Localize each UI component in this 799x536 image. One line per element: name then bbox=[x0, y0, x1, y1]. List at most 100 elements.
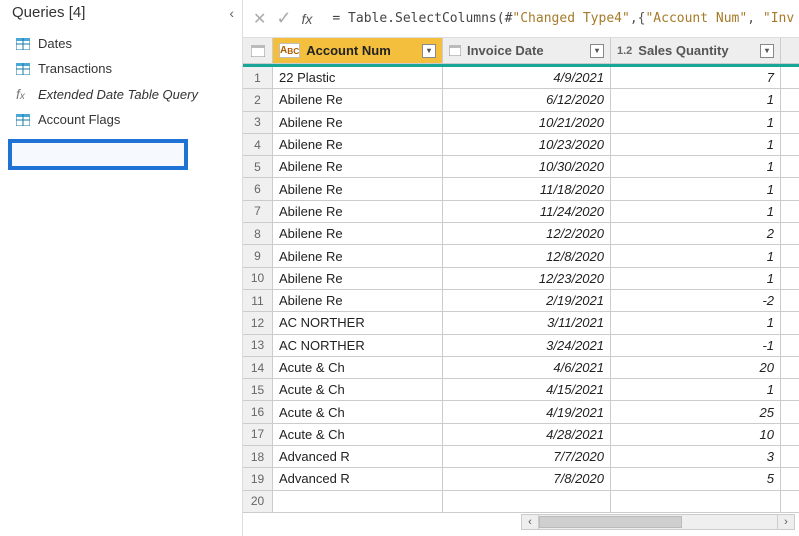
accept-icon[interactable]: ✓ bbox=[276, 8, 291, 29]
cell-invoice-date[interactable]: 4/15/2021 bbox=[443, 379, 611, 401]
cell-account[interactable]: AC NORTHER bbox=[273, 335, 443, 357]
cell-account[interactable]: Acute & Ch bbox=[273, 357, 443, 379]
cell-sales-qty[interactable]: 1 bbox=[611, 201, 781, 223]
grid-corner[interactable] bbox=[243, 38, 273, 64]
cell-sales-qty[interactable]: 7 bbox=[611, 67, 781, 89]
cell-sales-qty[interactable]: 1 bbox=[611, 245, 781, 267]
cell-invoice-date[interactable]: 4/9/2021 bbox=[443, 67, 611, 89]
collapse-panel-icon[interactable]: ‹ bbox=[229, 5, 234, 21]
cell-account[interactable]: Abilene Re bbox=[273, 201, 443, 223]
row-header[interactable]: 8 bbox=[243, 223, 273, 245]
row-header[interactable]: 2 bbox=[243, 89, 273, 111]
row-header[interactable]: 14 bbox=[243, 357, 273, 379]
cell-sales-qty[interactable]: 1 bbox=[611, 89, 781, 111]
row-header[interactable]: 16 bbox=[243, 401, 273, 423]
scroll-track[interactable] bbox=[539, 514, 777, 530]
cell-sales-qty[interactable]: 3 bbox=[611, 446, 781, 468]
cell-sales-qty[interactable]: 1 bbox=[611, 112, 781, 134]
row-header[interactable]: 5 bbox=[243, 156, 273, 178]
cell-invoice-date[interactable]: 10/30/2020 bbox=[443, 156, 611, 178]
cell-account[interactable]: Acute & Ch bbox=[273, 379, 443, 401]
cell-account[interactable]: Abilene Re bbox=[273, 112, 443, 134]
cell-account[interactable]: Advanced R bbox=[273, 468, 443, 490]
row-header[interactable]: 20 bbox=[243, 491, 273, 513]
cell-sales-qty[interactable]: 25 bbox=[611, 401, 781, 423]
cell-invoice-date[interactable]: 4/19/2021 bbox=[443, 401, 611, 423]
cell-invoice-date[interactable]: 2/19/2021 bbox=[443, 290, 611, 312]
column-header[interactable]: Invoice Date▾ bbox=[443, 38, 611, 64]
cell-sales-qty[interactable]: 1 bbox=[611, 134, 781, 156]
cell-sales-qty[interactable]: 10 bbox=[611, 424, 781, 446]
column-filter-dropdown-icon[interactable]: ▾ bbox=[590, 44, 604, 58]
cell-sales-qty[interactable]: 1 bbox=[611, 312, 781, 334]
row-header[interactable]: 1 bbox=[243, 67, 273, 89]
row-header[interactable]: 12 bbox=[243, 312, 273, 334]
cell-account[interactable]: Acute & Ch bbox=[273, 424, 443, 446]
horizontal-scrollbar[interactable]: ‹ › bbox=[521, 514, 795, 530]
cell-invoice-date[interactable]: 11/24/2020 bbox=[443, 201, 611, 223]
cell-invoice-date[interactable]: 12/8/2020 bbox=[443, 245, 611, 267]
cell-invoice-date[interactable]: 7/7/2020 bbox=[443, 446, 611, 468]
fx-label[interactable]: fx bbox=[302, 11, 313, 27]
cell-account[interactable] bbox=[273, 491, 443, 513]
cell-invoice-date[interactable]: 3/24/2021 bbox=[443, 335, 611, 357]
row-header[interactable]: 3 bbox=[243, 112, 273, 134]
formula-text[interactable]: = Table.SelectColumns(#"Changed Type4",{… bbox=[332, 11, 794, 26]
column-header[interactable]: 1.2Sales Quantity▾ bbox=[611, 38, 781, 64]
cell-account[interactable]: Acute & Ch bbox=[273, 401, 443, 423]
column-header[interactable]: ABCAccount Num▾ bbox=[273, 38, 443, 64]
cell-account[interactable]: Abilene Re bbox=[273, 268, 443, 290]
cell-sales-qty[interactable]: -2 bbox=[611, 290, 781, 312]
cell-account[interactable]: Advanced R bbox=[273, 446, 443, 468]
cell-invoice-date[interactable]: 3/11/2021 bbox=[443, 312, 611, 334]
row-header[interactable]: 6 bbox=[243, 178, 273, 200]
cell-invoice-date[interactable]: 10/23/2020 bbox=[443, 134, 611, 156]
cell-sales-qty[interactable]: 5 bbox=[611, 468, 781, 490]
cell-account[interactable]: Abilene Re bbox=[273, 134, 443, 156]
query-item-extended-date[interactable]: fx Extended Date Table Query bbox=[4, 81, 238, 107]
query-item-account-flags[interactable]: Account Flags bbox=[4, 107, 238, 132]
query-item-transactions[interactable]: Transactions bbox=[4, 56, 238, 81]
row-header[interactable]: 11 bbox=[243, 290, 273, 312]
cell-sales-qty[interactable]: 1 bbox=[611, 268, 781, 290]
cell-account[interactable]: Abilene Re bbox=[273, 223, 443, 245]
cancel-icon[interactable]: ✕ bbox=[253, 9, 266, 29]
row-header[interactable]: 7 bbox=[243, 201, 273, 223]
scroll-right-icon[interactable]: › bbox=[777, 514, 795, 530]
cell-sales-qty[interactable]: 1 bbox=[611, 156, 781, 178]
row-header[interactable]: 4 bbox=[243, 134, 273, 156]
data-grid[interactable]: ABCAccount Num▾Invoice Date▾1.2Sales Qua… bbox=[243, 38, 799, 513]
row-header[interactable]: 9 bbox=[243, 245, 273, 267]
cell-account[interactable]: 22 Plastic bbox=[273, 67, 443, 89]
cell-sales-qty[interactable]: -1 bbox=[611, 335, 781, 357]
cell-account[interactable]: Abilene Re bbox=[273, 178, 443, 200]
cell-sales-qty[interactable]: 1 bbox=[611, 178, 781, 200]
cell-invoice-date[interactable]: 7/8/2020 bbox=[443, 468, 611, 490]
column-filter-dropdown-icon[interactable]: ▾ bbox=[422, 44, 436, 58]
row-header[interactable]: 10 bbox=[243, 268, 273, 290]
cell-invoice-date[interactable]: 11/18/2020 bbox=[443, 178, 611, 200]
row-header[interactable]: 18 bbox=[243, 446, 273, 468]
query-item-dates[interactable]: Dates bbox=[4, 31, 238, 56]
cell-sales-qty[interactable] bbox=[611, 491, 781, 513]
column-filter-dropdown-icon[interactable]: ▾ bbox=[760, 44, 774, 58]
scroll-thumb[interactable] bbox=[539, 516, 682, 528]
cell-invoice-date[interactable]: 12/2/2020 bbox=[443, 223, 611, 245]
cell-account[interactable]: Abilene Re bbox=[273, 245, 443, 267]
cell-invoice-date[interactable] bbox=[443, 491, 611, 513]
cell-invoice-date[interactable]: 6/12/2020 bbox=[443, 89, 611, 111]
cell-invoice-date[interactable]: 4/28/2021 bbox=[443, 424, 611, 446]
cell-invoice-date[interactable]: 12/23/2020 bbox=[443, 268, 611, 290]
row-header[interactable]: 15 bbox=[243, 379, 273, 401]
cell-account[interactable]: Abilene Re bbox=[273, 156, 443, 178]
cell-account[interactable]: Abilene Re bbox=[273, 89, 443, 111]
cell-sales-qty[interactable]: 2 bbox=[611, 223, 781, 245]
cell-sales-qty[interactable]: 20 bbox=[611, 357, 781, 379]
row-header[interactable]: 17 bbox=[243, 424, 273, 446]
cell-invoice-date[interactable]: 4/6/2021 bbox=[443, 357, 611, 379]
cell-invoice-date[interactable]: 10/21/2020 bbox=[443, 112, 611, 134]
row-header[interactable]: 13 bbox=[243, 335, 273, 357]
cell-sales-qty[interactable]: 1 bbox=[611, 379, 781, 401]
cell-account[interactable]: AC NORTHER bbox=[273, 312, 443, 334]
scroll-left-icon[interactable]: ‹ bbox=[521, 514, 539, 530]
